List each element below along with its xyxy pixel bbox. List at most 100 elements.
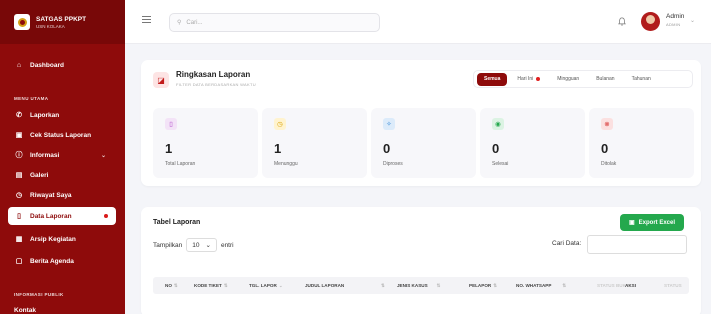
sidebar-item-dashboard[interactable]: ⌂ Dashboard [8, 56, 116, 74]
filter-mingguan[interactable]: Mingguan [550, 73, 586, 86]
info-icon: ⓘ [15, 152, 23, 159]
table-search-input[interactable] [587, 235, 687, 254]
sidebar-item-label: Informasi [30, 151, 60, 159]
sort-icon: ⇅ [381, 282, 385, 288]
th-status[interactable]: STATUS [664, 277, 682, 294]
entries-label: entri [220, 241, 234, 249]
th-tgl-lapor[interactable]: TGL. LAPOR ⌄ [249, 277, 283, 294]
sidebar-item-label: Riwayat Saya [30, 191, 72, 199]
th-kode-tiket[interactable]: KODE TIKET ⇅ [194, 277, 228, 294]
sidebar-item-label: Kontak [14, 306, 37, 314]
th-label: JENIS KASUS [397, 283, 428, 288]
home-icon: ⌂ [16, 61, 22, 69]
page-length-select[interactable]: 10 ⌄ [186, 238, 217, 252]
sidebar-item-label: Galeri [30, 171, 49, 179]
sidebar-item-label: Dashboard [30, 61, 64, 69]
page-length-value: 10 [192, 241, 200, 249]
process-icon: ✧ [383, 118, 395, 130]
stat-label: Selesai [492, 161, 509, 167]
stat-value: 0 [601, 141, 609, 156]
stat-total: ▯ 1 Total Laporan [153, 108, 258, 178]
th-jenis-kasus[interactable]: JENIS KASUS ⇅ [397, 277, 441, 294]
th-label: KODE TIKET [194, 283, 222, 288]
sidebar-item-label: Cek Status Laporan [30, 131, 92, 139]
th-label: STATUS [664, 283, 682, 288]
brand[interactable]: SATGAS PPKPT USN KOLAKA [0, 0, 125, 44]
th-sort-judul[interactable]: ⇅ [379, 277, 385, 294]
user-role: ADMIN [666, 22, 681, 27]
sidebar: SATGAS PPKPT USN KOLAKA ⌂ Dashboard MENU… [0, 0, 125, 314]
th-label: TGL. LAPOR [249, 283, 277, 288]
chevron-down-icon: ⌄ [205, 242, 211, 249]
sidebar-item-berita[interactable]: ▢ Berita Agenda [8, 252, 116, 270]
brand-name: SATGAS PPKPT [36, 15, 87, 23]
gallery-icon: ▤ [15, 172, 23, 179]
menu-toggle-icon[interactable] [142, 16, 151, 23]
user-name[interactable]: Admin [666, 13, 684, 20]
stat-value: 1 [274, 141, 282, 156]
megaphone-icon: ✆ [16, 112, 22, 119]
chevron-down-icon[interactable]: ⌄ [690, 17, 695, 24]
live-dot [536, 77, 541, 81]
section-informasi-publik: INFORMASI PUBLIK [14, 292, 64, 297]
th-no[interactable]: NO ⇅ [165, 277, 178, 294]
archive-icon: ▦ [15, 236, 23, 243]
document-icon: ▯ [165, 118, 177, 130]
time-filter: Semua Hari Ini Mingguan Bulanan Tahunan [473, 70, 693, 88]
stat-label: Menunggu [274, 161, 298, 167]
sidebar-item-riwayat[interactable]: ◷ Riwayat Saya [8, 186, 116, 204]
table-search-label: Cari Data: [552, 240, 582, 247]
sort-desc-icon: ⌄ [278, 282, 283, 288]
stat-diproses: ✧ 0 Diproses [371, 108, 476, 178]
cancel-icon: ⊗ [601, 118, 613, 130]
table-card: Tabel Laporan ▣ Export Excel Tampilkan 1… [141, 207, 701, 314]
sidebar-item-galeri[interactable]: ▤ Galeri [8, 166, 116, 184]
section-menu-utama: MENU UTAMA [14, 96, 49, 101]
stat-ditolak: ⊗ 0 Ditolak [589, 108, 694, 178]
sidebar-item-label: Data Laporan [30, 212, 72, 220]
th-aksi[interactable]: AKSI [625, 277, 636, 294]
filter-hari-ini[interactable]: Hari Ini [510, 73, 547, 86]
th-judul-laporan[interactable]: JUDUL LAPORAN [305, 277, 344, 294]
stat-value: 0 [492, 141, 500, 156]
check-icon: ◉ [492, 118, 504, 130]
sidebar-item-data-laporan[interactable]: ▯ Data Laporan [8, 207, 116, 225]
sidebar-item-label: Arsip Kegiatan [30, 235, 76, 243]
stat-label: Total Laporan [165, 161, 196, 167]
export-excel-button[interactable]: ▣ Export Excel [620, 214, 684, 231]
filter-label: Hari Ini [517, 76, 534, 82]
document-icon: ▯ [17, 213, 21, 220]
stat-selesai: ◉ 0 Selesai [480, 108, 585, 178]
sort-icon: ⇅ [173, 282, 178, 288]
bell-icon[interactable] [618, 17, 626, 26]
sort-icon: ⇅ [223, 282, 228, 288]
th-label: NO. WHATSAPP [516, 283, 552, 288]
filter-tahunan[interactable]: Tahunan [625, 73, 658, 86]
summary-subtitle: FILTER DATA BERDASARKAN WAKTU [176, 82, 256, 87]
sort-icon: ⇅ [493, 282, 498, 288]
avatar[interactable] [641, 12, 660, 31]
notification-dot [104, 214, 108, 218]
sort-icon: ⇅ [562, 282, 567, 288]
stat-label: Ditolak [601, 161, 617, 167]
sidebar-item-arsip[interactable]: ▦ Arsip Kegiatan [8, 230, 116, 248]
stat-value: 0 [383, 141, 391, 156]
filter-semua[interactable]: Semua [477, 72, 508, 86]
sidebar-item-label: Berita Agenda [30, 257, 74, 265]
sidebar-item-informasi[interactable]: ⓘ Informasi ⌄ [8, 146, 116, 164]
sidebar-item-laporkan[interactable]: ✆ Laporkan [8, 106, 116, 124]
search-icon: ⚲ [177, 20, 182, 26]
stat-value: 1 [165, 141, 173, 156]
sidebar-item-cek-status[interactable]: ▣ Cek Status Laporan [8, 126, 116, 144]
topbar: ⚲ Cari... Admin ADMIN ⌄ [125, 0, 711, 44]
news-icon: ▢ [15, 258, 23, 265]
excel-icon: ▣ [628, 220, 635, 226]
sidebar-item-kontak[interactable]: Kontak [14, 301, 122, 314]
th-no-whatsapp[interactable]: NO. WHATSAPP ⇅ [516, 277, 566, 294]
show-label: Tampilkan [153, 241, 183, 249]
th-pelapor[interactable]: PELAPOR ⇅ [469, 277, 497, 294]
search-input[interactable]: ⚲ Cari... [169, 13, 380, 32]
history-icon: ◷ [15, 192, 23, 199]
filter-bulanan[interactable]: Bulanan [589, 73, 621, 86]
table-title: Tabel Laporan [153, 219, 201, 226]
